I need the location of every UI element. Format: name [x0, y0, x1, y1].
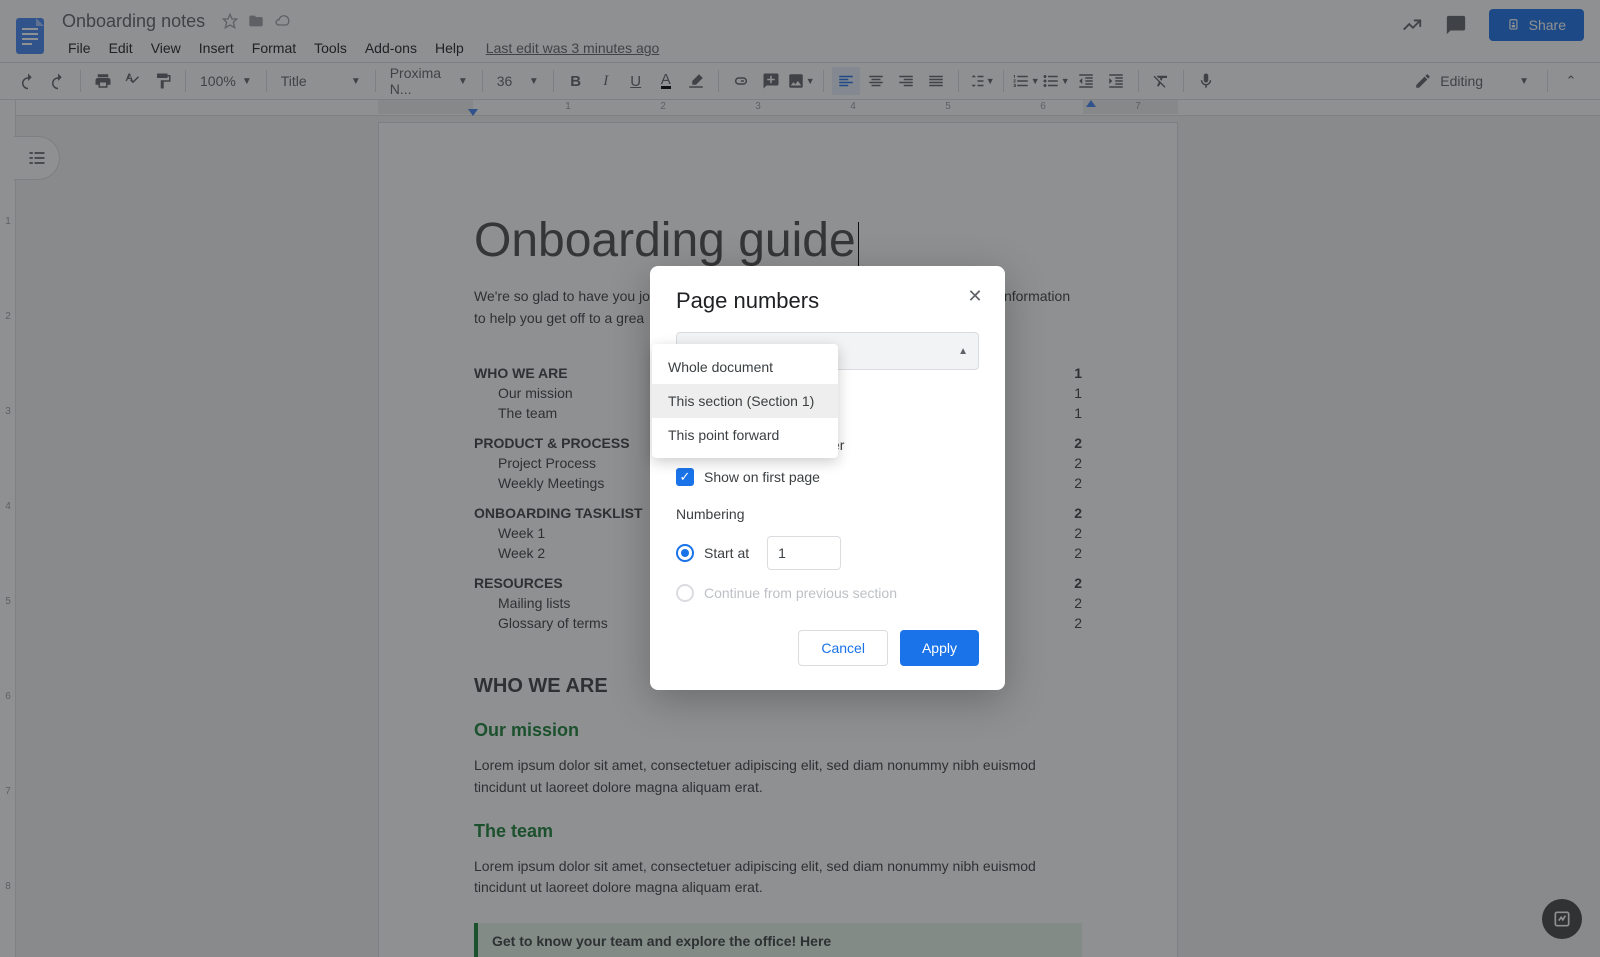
- apply-button[interactable]: Apply: [900, 630, 979, 666]
- option-whole-document[interactable]: Whole document: [652, 350, 838, 384]
- start-at-label: Start at: [704, 545, 749, 561]
- start-at-radio[interactable]: Start at 1: [676, 536, 979, 570]
- page-numbers-dialog: ✕ Page numbers This section (Section 1) …: [650, 266, 1005, 690]
- numbering-label: Numbering: [676, 506, 979, 522]
- dialog-title: Page numbers: [676, 288, 979, 314]
- continue-radio: Continue from previous section: [676, 584, 979, 602]
- show-on-first-page-checkbox[interactable]: ✓ Show on first page: [676, 468, 979, 486]
- close-icon[interactable]: ✕: [961, 282, 989, 310]
- start-at-input[interactable]: 1: [767, 536, 841, 570]
- cancel-button[interactable]: Cancel: [798, 630, 888, 666]
- option-this-point-forward[interactable]: This point forward: [652, 418, 838, 452]
- continue-label: Continue from previous section: [704, 585, 897, 601]
- option-this-section[interactable]: This section (Section 1): [652, 384, 838, 418]
- apply-to-dropdown: Whole document This section (Section 1) …: [652, 344, 838, 458]
- show-first-label: Show on first page: [704, 469, 820, 485]
